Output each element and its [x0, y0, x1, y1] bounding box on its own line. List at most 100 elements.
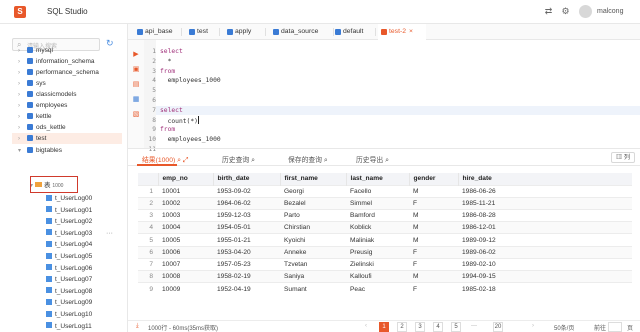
table-cell[interactable]: 10007 [158, 257, 213, 271]
tree-db-sys[interactable]: › sys [18, 78, 118, 89]
table-cell[interactable]: 1957-05-23 [213, 257, 280, 271]
tab-apply[interactable]: apply [224, 24, 266, 40]
table-cell[interactable]: Koblick [346, 221, 409, 234]
tree-table-t-userlog10[interactable]: t_UserLog10 [46, 309, 92, 320]
page-size-select[interactable]: 50条/页 [554, 323, 574, 332]
column-header-gender[interactable]: gender [409, 173, 459, 186]
save-icon[interactable]: ▤ [132, 81, 140, 89]
table-cell[interactable]: F [409, 245, 458, 259]
close-icon[interactable]: × [409, 28, 413, 35]
table-cell[interactable]: Kyoichi [280, 233, 346, 247]
chevron-right-icon[interactable]: › [18, 134, 27, 145]
tab-test[interactable]: test [186, 24, 220, 40]
tree-table-t-userlog09[interactable]: t_UserLog09 [46, 297, 92, 308]
table-cell[interactable]: M [409, 184, 458, 198]
table-cell[interactable]: 1985-02-18 [458, 282, 632, 295]
tree-table-t-userlog00[interactable]: t_UserLog00 [46, 193, 92, 204]
table-cell[interactable]: 1954-05-01 [213, 221, 280, 234]
code-line[interactable]: count(*) [160, 115, 199, 126]
goto-page-input[interactable] [608, 322, 622, 332]
tab-test-2[interactable]: test-2 × [378, 24, 426, 40]
table-cell[interactable]: 1955-01-21 [213, 233, 280, 247]
table-cell[interactable]: Zielinski [346, 257, 409, 271]
table-cell[interactable]: Bamford [346, 209, 409, 222]
table-cell[interactable]: 10003 [158, 209, 213, 222]
table-cell[interactable]: 1994-09-15 [458, 269, 632, 283]
table-cell[interactable]: M [409, 269, 458, 283]
table-cell[interactable]: Chirstian [280, 221, 346, 234]
table-cell[interactable]: Tzvetan [280, 257, 346, 271]
tree-db-ods-kettle[interactable]: › ods_kettle [18, 122, 118, 133]
table-cell[interactable]: 1986-06-26 [458, 184, 632, 198]
table-row[interactable]: 7 10007 1957-05-23 Tzvetan Zielinski F 1989-02… [138, 257, 632, 271]
tab-default[interactable]: default [332, 24, 376, 40]
code-line[interactable]: * [160, 57, 172, 66]
run-selected-icon[interactable]: ▣ [132, 66, 140, 74]
table-cell[interactable]: Anneke [280, 245, 346, 259]
table-cell[interactable]: Saniya [280, 269, 346, 283]
table-cell[interactable]: Georgi [280, 184, 346, 198]
table-cell[interactable]: 1953-09-02 [213, 184, 280, 198]
table-cell[interactable]: 10001 [158, 184, 213, 198]
code-line[interactable]: select [160, 106, 183, 115]
table-row[interactable]: 3 10003 1959-12-03 Parto Bamford M 1986-08-28 [138, 209, 632, 222]
table-cell[interactable]: 1986-12-01 [458, 221, 632, 234]
table-row[interactable]: 4 10004 1954-05-01 Chirstian Koblick M 1986-12… [138, 221, 632, 234]
table-cell[interactable]: 10008 [158, 269, 213, 283]
code-line[interactable]: select [160, 47, 183, 56]
table-cell[interactable]: 1989-02-10 [458, 257, 632, 271]
code-line[interactable]: employees_1000 [160, 135, 221, 144]
tab-data-source[interactable]: data_source [270, 24, 334, 40]
table-cell[interactable]: Parto [280, 209, 346, 222]
table-cell[interactable]: M [409, 221, 458, 234]
tree-db-test[interactable]: › test [12, 133, 122, 144]
table-cell[interactable]: 10005 [158, 233, 213, 247]
tab-saved-queries[interactable]: 保存的查询 ⌕ [288, 154, 328, 165]
table-row[interactable]: 2 10002 1964-06-02 Bezalel Simmel F 1985-11-21 [138, 196, 632, 210]
table-row[interactable]: 8 10008 1958-02-19 Saniya Kalloufi M 1994-09-1… [138, 269, 632, 283]
tab-export-history[interactable]: 历史导出 ⌕ [356, 154, 389, 165]
tree-db-employees[interactable]: › employees [18, 100, 118, 111]
table-cell[interactable]: Simmel [346, 196, 409, 210]
table-row[interactable]: 5 10005 1955-01-21 Kyoichi Maliniak M 1989-09-… [138, 233, 632, 247]
page-button-1[interactable]: 1 [379, 322, 389, 332]
page-button-2[interactable]: 2 [397, 322, 407, 332]
table-cell[interactable]: F [409, 196, 458, 210]
next-page-icon[interactable]: › [532, 323, 534, 329]
tree-table-t-userlog11[interactable]: t_UserLog11 [46, 321, 92, 332]
table-cell[interactable]: Maliniak [346, 233, 409, 247]
user-name[interactable]: malcong [597, 8, 623, 15]
tab-api-base[interactable]: api_base [134, 24, 182, 40]
table-cell[interactable]: Sumant [280, 282, 346, 295]
column-header-first-name[interactable]: first_name [280, 173, 347, 186]
tree-db-classicmodels[interactable]: › classicmodels [18, 89, 118, 100]
tree-table-t-userlog06[interactable]: t_UserLog06 [46, 263, 92, 274]
avatar[interactable] [579, 5, 592, 18]
table-cell[interactable]: 1989-09-12 [458, 233, 632, 247]
chevron-down-icon[interactable]: ▾ [18, 146, 27, 157]
prev-page-icon[interactable]: ‹ [365, 323, 367, 329]
table-cell[interactable]: Bezalel [280, 196, 346, 210]
table-cell[interactable]: M [409, 209, 458, 222]
table-cell[interactable]: 1952-04-19 [213, 282, 280, 295]
tree-table-t-userlog08[interactable]: t_UserLog08 [46, 286, 92, 297]
table-cell[interactable]: 10006 [158, 245, 213, 259]
tree-db-mysql[interactable]: › mysql [18, 45, 118, 56]
table-cell[interactable]: Kalloufi [346, 269, 409, 283]
table-cell[interactable]: 10002 [158, 196, 213, 210]
expand-icon[interactable]: ⤢ [183, 157, 188, 164]
page-button-20[interactable]: 20 [493, 322, 503, 332]
tree-table-t-userlog02[interactable]: t_UserLog02 [46, 216, 92, 227]
code-line[interactable]: from [160, 125, 175, 134]
table-cell[interactable]: 10009 [158, 282, 213, 295]
tree-table-t-userlog07[interactable]: t_UserLog07 [46, 274, 92, 285]
tree-table-t-userlog04[interactable]: t_UserLog04 [46, 239, 92, 250]
table-cell[interactable]: 1953-04-20 [213, 245, 280, 259]
code-line[interactable]: from [160, 67, 175, 76]
search-icon[interactable]: ⌕ [177, 157, 181, 164]
run-icon[interactable]: ▶ [132, 51, 140, 59]
table-cell[interactable]: Peac [346, 282, 409, 295]
table-row[interactable]: 6 10006 1953-04-20 Anneke Preusig F 1989-06-02 [138, 245, 632, 259]
column-header-emp-no[interactable]: emp_no [158, 173, 214, 186]
pane-divider[interactable] [128, 148, 640, 149]
